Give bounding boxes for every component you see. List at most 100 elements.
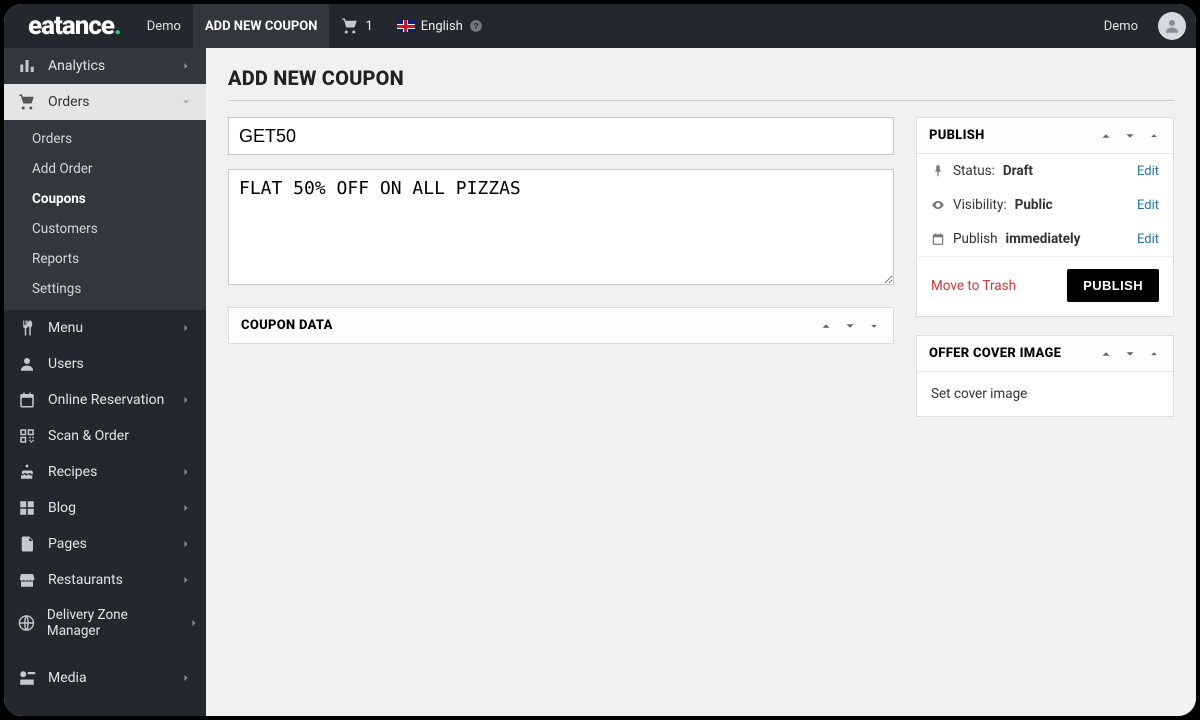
sidebar-label: Users (48, 356, 84, 372)
chevron-up-icon[interactable] (1099, 129, 1113, 143)
sidebar-item-pages[interactable]: Pages (4, 526, 206, 562)
language-switcher[interactable]: English ? (385, 19, 495, 34)
chevron-right-icon (180, 60, 192, 72)
grid-icon (18, 499, 36, 517)
cover-image-panel: OFFER COVER IMAGE Set cover image (916, 335, 1174, 417)
chevron-down-icon[interactable] (1123, 347, 1137, 361)
status-label: Status: (953, 163, 995, 179)
sidebar-label: Menu (48, 320, 83, 336)
publish-visibility-row: Visibility: Public Edit (917, 188, 1173, 222)
brand-dot: . (114, 11, 121, 41)
caret-down-icon[interactable] (867, 319, 881, 333)
top-user-name[interactable]: Demo (1092, 4, 1150, 48)
coupon-description-textarea[interactable] (228, 169, 894, 285)
edit-schedule-link[interactable]: Edit (1137, 232, 1159, 247)
move-to-trash-link[interactable]: Move to Trash (931, 278, 1016, 294)
sidebar-item-restaurants[interactable]: Restaurants (4, 562, 206, 598)
publish-panel: PUBLISH Status: Draft Edit (916, 117, 1174, 317)
cake-icon (18, 463, 36, 481)
sidebar-label: Analytics (48, 58, 105, 74)
cart-indicator[interactable]: 1 (329, 17, 384, 35)
sidebar-item-blog[interactable]: Blog (4, 490, 206, 526)
sidebar-label: Scan & Order (48, 428, 129, 444)
visibility-label: Visibility: (953, 197, 1007, 213)
panel-title: COUPON DATA (241, 318, 333, 333)
cart-icon (18, 93, 36, 111)
cart-count: 1 (365, 19, 372, 34)
publish-actions: Move to Trash PUBLISH (917, 256, 1173, 316)
chevron-down-icon (180, 96, 192, 108)
chevron-right-icon (180, 538, 192, 550)
utensils-icon (18, 319, 36, 337)
sidebar-item-analytics[interactable]: Analytics (4, 48, 206, 84)
sidebar-label: Restaurants (48, 572, 123, 588)
calendar-icon (18, 391, 36, 409)
main-content: ADD NEW COUPON COUPON DATA (206, 48, 1196, 716)
sidebar-submenu-orders: Orders Add Order Coupons Customers Repor… (4, 120, 206, 310)
chart-bar-icon (18, 57, 36, 75)
sidebar-item-media[interactable]: Media (4, 660, 206, 696)
sidebar-item-delivery-zone[interactable]: Delivery Zone Manager (4, 598, 206, 648)
coupon-data-panel-header[interactable]: COUPON DATA (229, 308, 893, 343)
store-icon (18, 571, 36, 589)
sidebar-item-menu[interactable]: Menu (4, 310, 206, 346)
cart-icon (341, 17, 359, 35)
page-title: ADD NEW COUPON (228, 66, 1174, 101)
sidebar-label: Media (48, 670, 87, 686)
sidebar-sub-coupons[interactable]: Coupons (4, 184, 206, 214)
sidebar-label: Pages (48, 536, 87, 552)
chevron-right-icon (180, 394, 192, 406)
sidebar: Analytics Orders Orders Add Order Coupon… (4, 48, 206, 716)
topbar: eatance. Demo ADD NEW COUPON 1 English ?… (4, 4, 1196, 48)
sidebar-item-scan-order[interactable]: Scan & Order (4, 418, 206, 454)
sidebar-label: Delivery Zone Manager (47, 607, 176, 639)
help-icon: ? (469, 19, 483, 33)
user-icon (18, 355, 36, 373)
calendar-icon (931, 232, 945, 246)
set-cover-image-link[interactable]: Set cover image (917, 372, 1173, 416)
coupon-title-input[interactable] (228, 117, 894, 155)
chevron-right-icon (180, 466, 192, 478)
top-link-add-new-coupon[interactable]: ADD NEW COUPON (193, 4, 330, 48)
chevron-down-icon[interactable] (1123, 129, 1137, 143)
schedule-value: immediately (1006, 231, 1081, 247)
chevron-right-icon (180, 672, 192, 684)
sidebar-item-orders[interactable]: Orders (4, 84, 206, 120)
sidebar-sub-customers[interactable]: Customers (4, 214, 206, 244)
status-value: Draft (1003, 163, 1033, 179)
sidebar-label: Online Reservation (48, 392, 164, 408)
media-icon (18, 669, 36, 687)
person-icon (1163, 17, 1181, 35)
chevron-down-icon[interactable] (843, 319, 857, 333)
sidebar-label: Recipes (48, 464, 97, 480)
edit-visibility-link[interactable]: Edit (1137, 198, 1159, 213)
publish-button[interactable]: PUBLISH (1067, 269, 1159, 302)
avatar[interactable] (1158, 12, 1186, 40)
edit-status-link[interactable]: Edit (1137, 164, 1159, 179)
chevron-right-icon (180, 322, 192, 334)
cover-image-panel-header[interactable]: OFFER COVER IMAGE (917, 336, 1173, 372)
sidebar-item-online-reservation[interactable]: Online Reservation (4, 382, 206, 418)
chevron-right-icon (180, 574, 192, 586)
brand-text: eatance (28, 11, 114, 41)
panel-title: PUBLISH (929, 128, 985, 143)
sidebar-sub-add-order[interactable]: Add Order (4, 154, 206, 184)
chevron-right-icon (188, 617, 200, 629)
brand-logo[interactable]: eatance. (14, 11, 135, 41)
globe-icon (18, 614, 35, 632)
publish-panel-header[interactable]: PUBLISH (917, 118, 1173, 154)
chevron-up-icon[interactable] (819, 319, 833, 333)
visibility-value: Public (1015, 197, 1053, 213)
sidebar-label: Blog (48, 500, 76, 516)
top-link-demo[interactable]: Demo (135, 4, 193, 48)
sidebar-sub-reports[interactable]: Reports (4, 244, 206, 274)
chevron-up-icon[interactable] (1099, 347, 1113, 361)
sidebar-sub-orders[interactable]: Orders (4, 124, 206, 154)
sidebar-sub-settings[interactable]: Settings (4, 274, 206, 304)
caret-up-icon[interactable] (1147, 129, 1161, 143)
sidebar-item-recipes[interactable]: Recipes (4, 454, 206, 490)
coupon-data-panel: COUPON DATA (228, 307, 894, 344)
sidebar-item-users[interactable]: Users (4, 346, 206, 382)
caret-up-icon[interactable] (1147, 347, 1161, 361)
eye-icon (931, 198, 945, 212)
